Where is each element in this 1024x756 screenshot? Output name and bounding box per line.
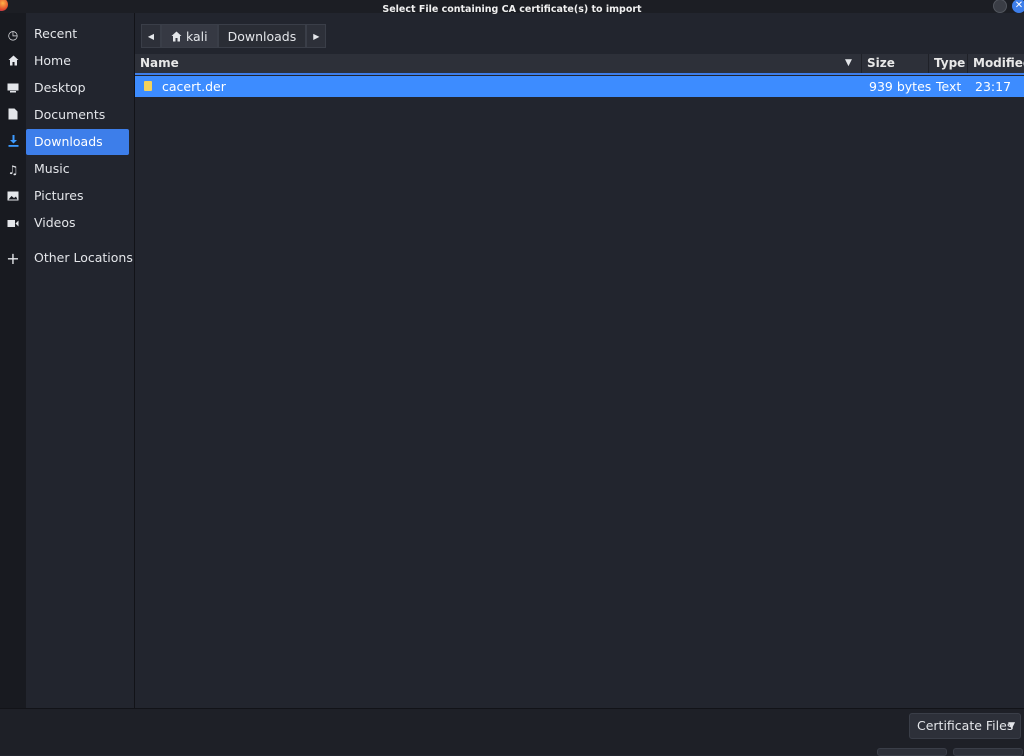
desktop-icon [3, 81, 23, 97]
file-name: cacert.der [162, 79, 226, 94]
open-button[interactable] [953, 748, 1023, 756]
sidebar-item-other-locations[interactable]: Other Locations [26, 245, 134, 271]
file-modified: 23:17 [975, 79, 1012, 94]
minimize-button[interactable] [993, 0, 1007, 13]
path-home-button[interactable]: kali [161, 24, 218, 48]
sidebar-item-desktop[interactable]: Desktop [26, 75, 129, 101]
path-segment-downloads[interactable]: Downloads [217, 24, 307, 48]
window-title: Select File containing CA certificate(s)… [382, 4, 642, 15]
file-type-filter-dropdown[interactable]: Certificate Files ▼ [909, 713, 1021, 739]
dialog-footer [0, 708, 1024, 755]
file-row-selected[interactable]: cacert.der 939 bytes Text 23:17 [135, 76, 1024, 97]
sidebar-item-home[interactable]: Home [26, 48, 129, 74]
file-type: Text [936, 79, 962, 94]
sidebar-item-recent[interactable]: Recent [26, 21, 129, 47]
path-home-label: kali [185, 29, 208, 44]
plus-icon: + [6, 249, 20, 268]
sidebar-item-music[interactable]: Music [26, 156, 129, 182]
sort-descending-icon: ▼ [845, 58, 852, 68]
path-forward-button[interactable]: ▶ [306, 24, 327, 48]
firefox-icon [0, 0, 8, 11]
picture-icon [3, 189, 23, 205]
download-icon [3, 135, 23, 151]
sidebar-item-pictures[interactable]: Pictures [26, 183, 129, 209]
home-icon [171, 31, 182, 42]
sidebar-icon-strip: ◷ ♫ + [0, 13, 26, 708]
column-header-type[interactable]: Type [929, 54, 968, 73]
column-header-name[interactable]: Name [135, 54, 862, 73]
music-icon: ♫ [7, 163, 19, 177]
path-bar: ◀ kali Downloads ▶ [141, 24, 327, 48]
sidebar-item-videos[interactable]: Videos [26, 210, 129, 236]
column-header-size[interactable]: Size [862, 54, 929, 73]
cancel-button[interactable] [877, 748, 947, 756]
title-bar: Select File containing CA certificate(s)… [0, 0, 1024, 15]
sidebar-item-downloads[interactable]: Downloads [26, 129, 129, 155]
file-size: 939 bytes [869, 79, 932, 94]
close-button[interactable]: ✕ [1012, 0, 1024, 13]
file-list-header: Name ▼ Size Type Modified [135, 54, 1024, 75]
clock-icon: ◷ [7, 28, 19, 42]
home-icon [3, 54, 23, 70]
path-back-button[interactable]: ◀ [141, 24, 161, 48]
document-icon [3, 108, 23, 124]
places-sidebar: Recent Home Desktop Documents Downloads … [26, 13, 134, 708]
sidebar-item-documents[interactable]: Documents [26, 102, 129, 128]
column-header-modified[interactable]: Modified [968, 54, 1024, 73]
video-icon [3, 216, 23, 232]
sidebar-divider [134, 13, 135, 708]
chevron-down-icon: ▼ [1008, 721, 1015, 731]
text-file-icon [144, 81, 152, 91]
